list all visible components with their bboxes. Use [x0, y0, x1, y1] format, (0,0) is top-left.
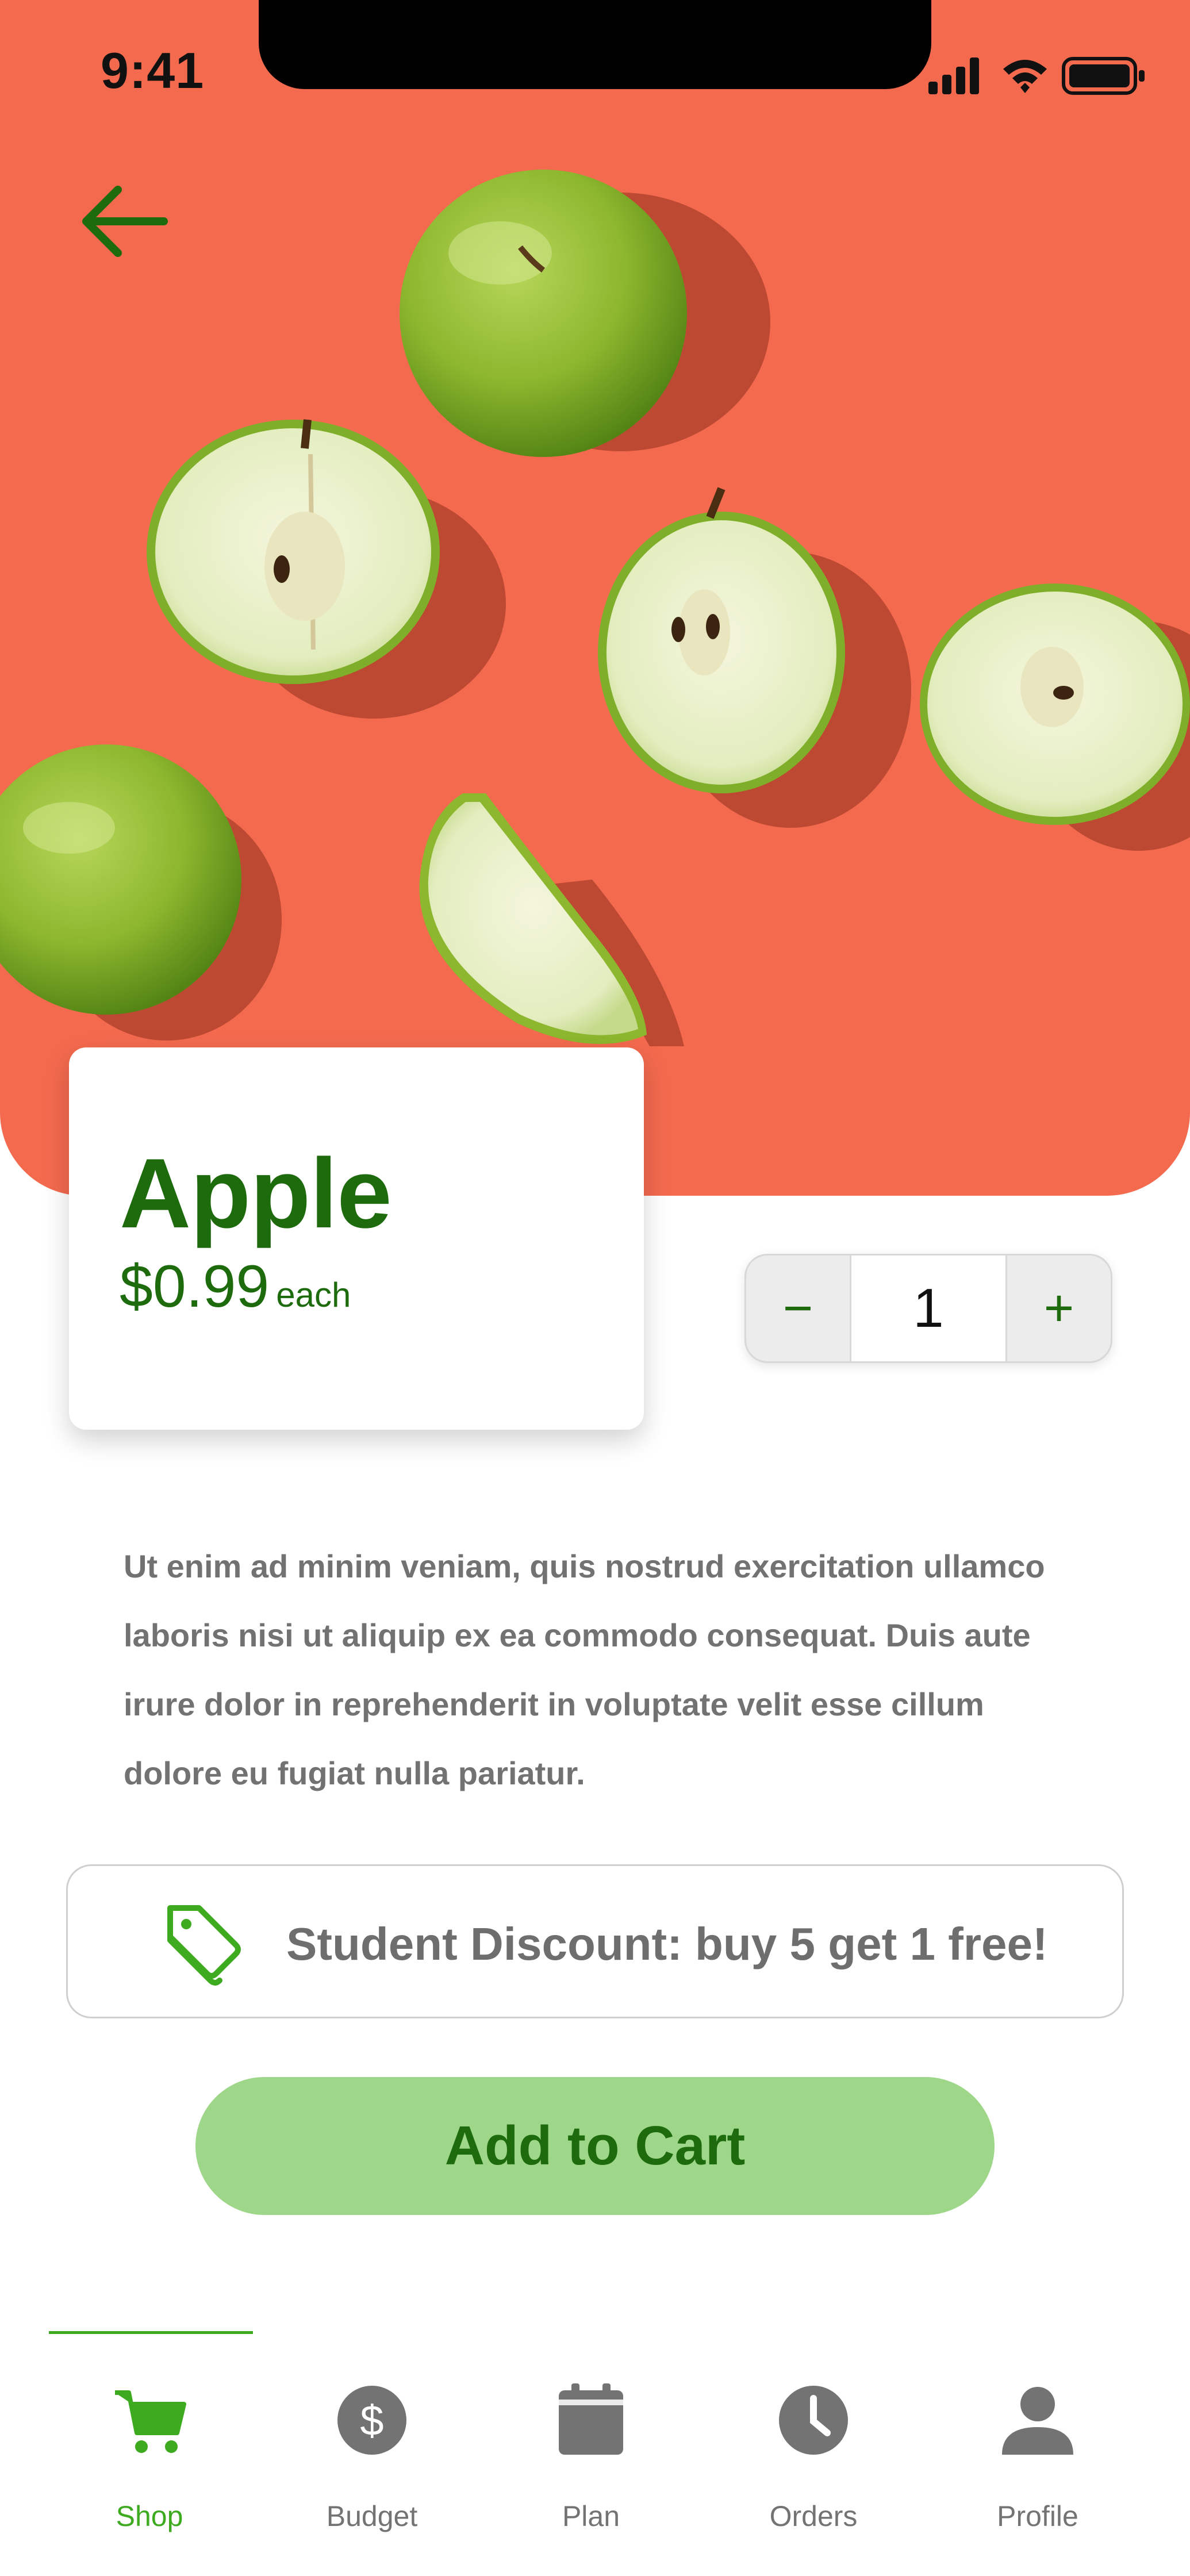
svg-text:$: $	[360, 2397, 383, 2444]
person-icon	[1002, 2387, 1073, 2455]
product-name: Apple	[120, 1138, 392, 1249]
product-card: Apple $0.99 each	[69, 1047, 644, 1430]
discount-text: Student Discount: buy 5 get 1 free!	[286, 1918, 1048, 1970]
battery-icon	[1062, 57, 1145, 95]
wifi-icon	[1003, 60, 1047, 93]
nav-label: Profile	[997, 2500, 1078, 2532]
back-button[interactable]	[78, 181, 172, 262]
nav-label: Plan	[562, 2500, 620, 2532]
status-time: 9:41	[101, 42, 205, 99]
product-price-row: $0.99 each	[120, 1257, 351, 1316]
nav-label: Shop	[116, 2500, 183, 2532]
calendar-icon	[559, 2383, 623, 2455]
nav-item-plan[interactable]: Plan	[505, 2380, 677, 2552]
signal-icon	[928, 57, 979, 94]
nav-label: Budget	[326, 2500, 418, 2532]
dollar-icon: $	[337, 2386, 406, 2455]
product-description: Ut enim ad minim veniam, quis nostrud ex…	[124, 1548, 1045, 1791]
apple-image	[0, 170, 1190, 1046]
arrow-left-icon	[82, 186, 168, 257]
quantity-input[interactable]: 1	[850, 1256, 1007, 1361]
status-icons	[928, 57, 1145, 95]
clock-icon	[779, 2386, 848, 2455]
product-price: $0.99	[120, 1253, 270, 1320]
cart-icon	[115, 2390, 186, 2453]
product-unit: each	[276, 1276, 351, 1314]
nav-item-budget[interactable]: $ Budget	[286, 2380, 458, 2552]
nav-active-indicator	[49, 2331, 253, 2334]
device-notch	[259, 0, 931, 89]
add-to-cart-button[interactable]: Add to Cart	[195, 2077, 995, 2215]
tag-icon	[167, 1905, 241, 1986]
quantity-stepper: − 1 +	[744, 1254, 1112, 1363]
nav-item-shop[interactable]: Shop	[63, 2380, 236, 2552]
hero-image: 9:41	[0, 0, 1190, 1196]
decrement-button[interactable]: −	[746, 1256, 850, 1361]
nav-item-orders[interactable]: Orders	[727, 2380, 900, 2552]
increment-button[interactable]: +	[1007, 1256, 1111, 1361]
nav-item-profile[interactable]: Profile	[951, 2380, 1124, 2552]
discount-banner: Student Discount: buy 5 get 1 free!	[66, 1864, 1124, 2018]
nav-label: Orders	[769, 2500, 858, 2532]
